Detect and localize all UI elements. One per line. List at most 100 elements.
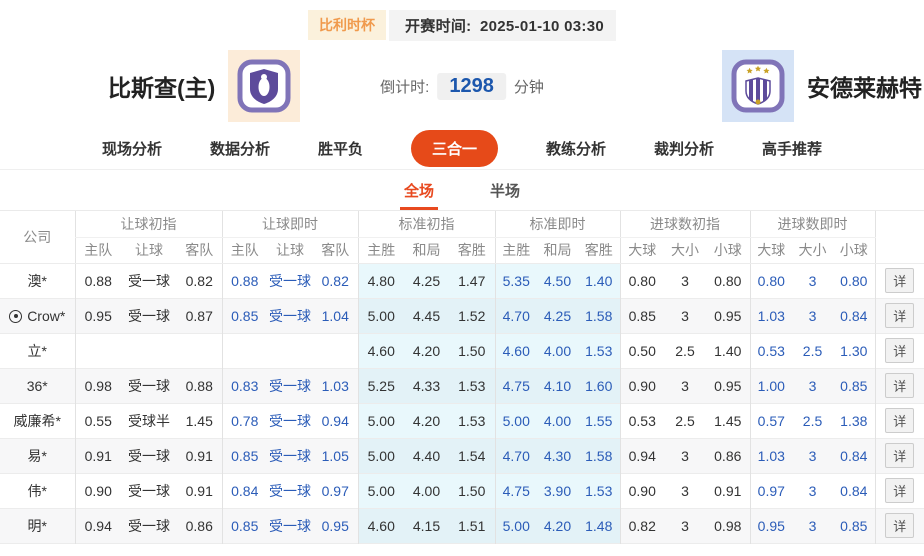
odds-cell: 4.40: [404, 438, 449, 473]
odds-cell: 3: [792, 508, 833, 543]
detail-cell: 详: [875, 508, 924, 543]
odds-table: 公司让球初指让球即时标准初指标准即时进球数初指进球数即时主队让球客队主队让球客队…: [0, 211, 924, 548]
detail-button[interactable]: 详: [885, 373, 914, 398]
odds-cell: 0.83: [222, 368, 267, 403]
detail-button[interactable]: 详: [885, 268, 914, 293]
subcol-主胜: 主胜: [495, 237, 537, 263]
odds-cell: 0.90: [75, 473, 121, 508]
odds-cell: 4.00: [537, 403, 578, 438]
nav-tab-现场分析[interactable]: 现场分析: [102, 138, 162, 159]
odds-cell: 1.38: [833, 403, 875, 438]
odds-row: 易*0.91受一球0.910.85受一球1.055.004.401.544.70…: [0, 438, 924, 473]
column-group-让球即时: 让球即时: [222, 211, 358, 237]
detail-cell: 详: [875, 333, 924, 368]
odds-cell: 0.95: [313, 508, 358, 543]
odds-cell: 1.58: [578, 298, 620, 333]
odds-cell: 3: [664, 298, 706, 333]
odds-cell: 3: [664, 508, 706, 543]
odds-cell: 0.85: [833, 368, 875, 403]
odds-cell: 0.82: [177, 263, 222, 298]
detail-cell: 详: [875, 473, 924, 508]
odds-cell: 4.60: [358, 333, 404, 368]
odds-cell: 1.45: [706, 403, 750, 438]
odds-cell: 0.88: [222, 263, 267, 298]
odds-cell: 0.87: [177, 298, 222, 333]
odds-cell: 1.53: [449, 368, 495, 403]
company-cell: 伟*: [0, 473, 75, 508]
detail-button[interactable]: 详: [885, 513, 914, 538]
detail-button[interactable]: 详: [885, 338, 914, 363]
odds-cell: [75, 333, 121, 368]
company-cell: 澳*: [0, 263, 75, 298]
odds-cell: 受球半: [121, 403, 177, 438]
odds-cell: 3: [792, 298, 833, 333]
odds-cell: 4.25: [537, 298, 578, 333]
odds-cell: 0.78: [222, 403, 267, 438]
odds-cell: 4.75: [495, 473, 537, 508]
odds-cell: 1.54: [449, 438, 495, 473]
start-time-value: 2025-01-10 03:30: [480, 18, 604, 35]
detail-cell: 详: [875, 403, 924, 438]
column-group-进球数初指: 进球数初指: [620, 211, 750, 237]
detail-button[interactable]: 详: [885, 303, 914, 328]
detail-button[interactable]: 详: [885, 408, 914, 433]
odds-cell: 0.91: [706, 473, 750, 508]
odds-cell: 4.45: [404, 298, 449, 333]
nav-tab-教练分析[interactable]: 教练分析: [546, 138, 606, 159]
nav-tab-三合一[interactable]: 三合一: [411, 130, 498, 167]
odds-cell: [177, 333, 222, 368]
odds-cell: 4.00: [537, 333, 578, 368]
odds-cell: 3.90: [537, 473, 578, 508]
odds-cell: 1.03: [750, 438, 792, 473]
company-cell: 明*: [0, 508, 75, 543]
nav-tab-裁判分析[interactable]: 裁判分析: [654, 138, 714, 159]
subcol-大小: 大小: [792, 237, 833, 263]
odds-cell: 0.50: [620, 333, 664, 368]
odds-cell: 4.60: [358, 508, 404, 543]
company-cell: 立*: [0, 333, 75, 368]
nav-tab-数据分析[interactable]: 数据分析: [210, 138, 270, 159]
match-header: 比斯查(主) 倒计时: 1298 分钟: [0, 44, 924, 128]
odds-cell: 5.00: [495, 403, 537, 438]
odds-cell: 2.5: [664, 403, 706, 438]
countdown-unit: 分钟: [514, 76, 544, 97]
odds-cell: 4.75: [495, 368, 537, 403]
odds-cell: 0.94: [620, 438, 664, 473]
odds-cell: 4.60: [495, 333, 537, 368]
nav-tabs: 现场分析 数据分析 胜平负 三合一 教练分析 裁判分析 高手推荐: [0, 128, 924, 170]
odds-row-cutoff: [0, 543, 924, 548]
odds-cell: 受一球: [121, 298, 177, 333]
shield-rabbit-icon: [236, 58, 292, 114]
subcol-客胜: 客胜: [449, 237, 495, 263]
detail-button[interactable]: 详: [885, 478, 914, 503]
countdown-value: 1298: [437, 73, 506, 100]
target-icon: [9, 310, 22, 323]
odds-cell: 0.94: [75, 508, 121, 543]
shield-stripes-stars-icon: [730, 58, 786, 114]
odds-cell: 0.84: [833, 438, 875, 473]
odds-cell: 0.53: [620, 403, 664, 438]
odds-cell: 0.88: [177, 368, 222, 403]
subcol-客队: 客队: [313, 237, 358, 263]
odds-cell: 1.03: [313, 368, 358, 403]
odds-cell: 5.00: [358, 473, 404, 508]
odds-cell: 受一球: [121, 438, 177, 473]
odds-cell: 1.58: [578, 438, 620, 473]
odds-cell: 0.80: [750, 263, 792, 298]
nav-tab-胜平负[interactable]: 胜平负: [318, 138, 363, 159]
odds-cell: [222, 333, 267, 368]
odds-cell: 0.84: [222, 473, 267, 508]
subcol-大球: 大球: [750, 237, 792, 263]
odds-cell: 0.91: [75, 438, 121, 473]
odds-cell: 0.86: [706, 438, 750, 473]
detail-button[interactable]: 详: [885, 443, 914, 468]
start-time-label: 开赛时间:: [405, 18, 472, 35]
nav-tab-高手推荐[interactable]: 高手推荐: [762, 138, 822, 159]
subtab-半场[interactable]: 半场: [490, 180, 520, 210]
home-team-name: 比斯查(主): [108, 69, 215, 103]
odds-cell: 3: [664, 368, 706, 403]
subtab-全场[interactable]: 全场: [404, 180, 434, 210]
odds-cell: 1.60: [578, 368, 620, 403]
away-team-name: 安德莱赫特: [807, 69, 922, 103]
odds-cell: 0.88: [75, 263, 121, 298]
